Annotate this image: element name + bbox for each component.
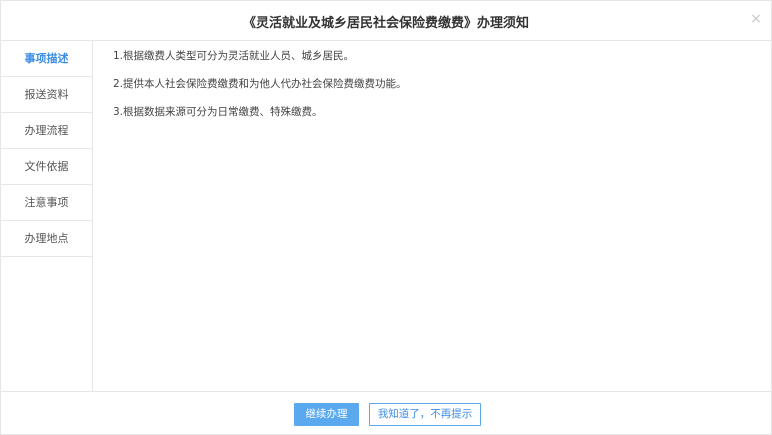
sidebar-item-materials[interactable]: 报送资料: [1, 77, 92, 113]
sidebar-item-documents[interactable]: 文件依据: [1, 149, 92, 185]
sidebar-item-notes[interactable]: 注意事项: [1, 185, 92, 221]
content-line: 1.根据缴费人类型可分为灵活就业人员、城乡居民。: [113, 50, 355, 62]
sidebar-item-location[interactable]: 办理地点: [1, 221, 92, 257]
content-line: 2.提供本人社会保险费缴费和为他人代办社会保险费缴费功能。: [113, 78, 407, 90]
sidebar-nav: 事项描述 报送资料 办理流程 文件依据 注意事项 办理地点: [1, 41, 93, 391]
dialog-footer: 继续办理 我知道了，不再提示: [1, 391, 771, 434]
dialog-header: 《灵活就业及城乡居民社会保险费缴费》办理须知 ×: [1, 1, 771, 41]
dismiss-button[interactable]: 我知道了，不再提示: [369, 403, 481, 426]
sidebar-item-description[interactable]: 事项描述: [1, 41, 92, 77]
sidebar-item-process[interactable]: 办理流程: [1, 113, 92, 149]
close-icon[interactable]: ×: [749, 11, 763, 27]
dialog-title: 《灵活就业及城乡居民社会保险费缴费》办理须知: [242, 16, 529, 31]
description-content: 1.根据缴费人类型可分为灵活就业人员、城乡居民。 2.提供本人社会保险费缴费和为…: [113, 48, 751, 132]
notice-dialog: 《灵活就业及城乡居民社会保险费缴费》办理须知 × 事项描述 报送资料 办理流程 …: [0, 0, 772, 435]
content-line: 3.根据数据来源可分为日常缴费、特殊缴费。: [113, 106, 323, 118]
continue-button[interactable]: 继续办理: [294, 403, 359, 426]
